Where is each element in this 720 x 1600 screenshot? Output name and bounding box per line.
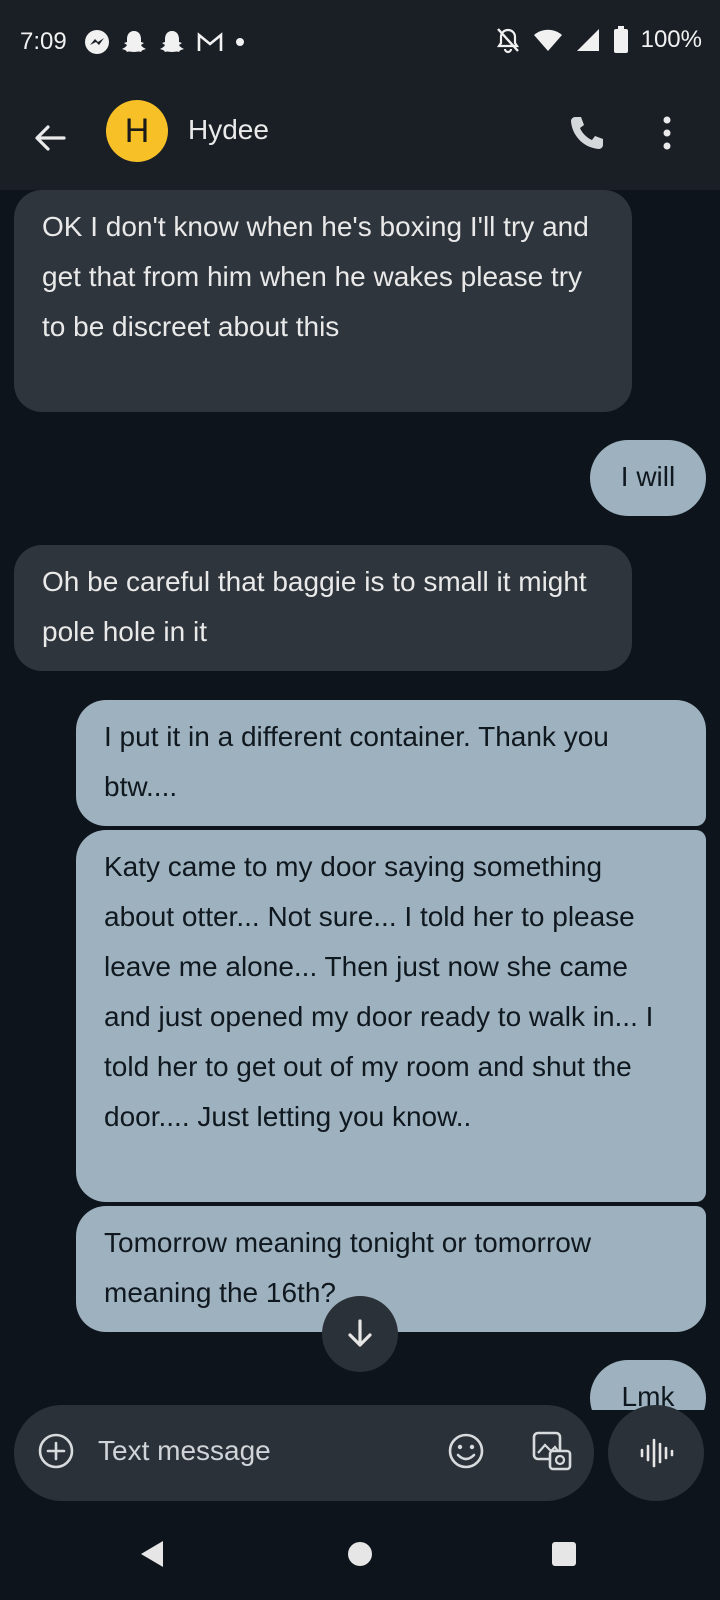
message-outgoing[interactable]: Lmk (590, 1360, 706, 1410)
status-bar: 7:09 100% (0, 0, 720, 88)
notification-icons (84, 28, 246, 56)
gmail-icon (197, 32, 223, 51)
gallery-button[interactable] (530, 1429, 574, 1473)
message-incoming[interactable]: OK I don't know when he's boxing I'll tr… (14, 190, 632, 412)
phone-icon (571, 117, 603, 149)
conversation-header: H Hydee (0, 88, 720, 190)
message-composer: Text message (14, 1405, 594, 1501)
message-incoming[interactable]: Oh be careful that baggie is to small it… (14, 545, 632, 671)
emoji-button[interactable] (446, 1431, 486, 1471)
status-time: 7:09 (20, 28, 67, 55)
nav-recents-icon[interactable] (551, 1541, 577, 1567)
more-vert-icon (663, 116, 671, 150)
signal-icon (576, 29, 599, 51)
system-icons: 100% (495, 26, 702, 54)
nav-back-icon[interactable] (137, 1538, 167, 1570)
nav-home-icon[interactable] (346, 1540, 374, 1568)
waveform-icon (640, 1438, 674, 1468)
message-list[interactable]: OK I don't know when he's boxing I'll tr… (0, 190, 720, 1410)
messenger-icon (85, 30, 109, 54)
add-circle-icon (38, 1433, 74, 1469)
dot-icon (236, 38, 244, 46)
message-outgoing[interactable]: Katy came to my door saying something ab… (76, 830, 706, 1202)
arrow-down-icon (348, 1319, 372, 1347)
gallery-icon (532, 1431, 572, 1471)
battery-icon (613, 26, 628, 53)
contact-avatar[interactable]: H (106, 100, 168, 162)
snapchat-icon (122, 31, 146, 52)
arrow-back-icon (35, 125, 66, 151)
contact-name[interactable]: Hydee (188, 114, 269, 146)
more-options-button[interactable] (656, 112, 678, 154)
scroll-to-bottom-button[interactable] (322, 1296, 398, 1372)
back-button[interactable] (30, 118, 70, 158)
message-input[interactable]: Text message (98, 1435, 271, 1467)
voice-message-button[interactable] (608, 1405, 704, 1501)
attach-button[interactable] (36, 1431, 76, 1471)
navigation-bar (0, 1514, 720, 1600)
mute-icon (496, 28, 519, 54)
message-outgoing[interactable]: I put it in a different container. Thank… (76, 700, 706, 826)
emoji-icon (448, 1433, 484, 1469)
wifi-icon (533, 29, 562, 51)
message-outgoing[interactable]: I will (590, 440, 706, 516)
battery-percent: 100% (640, 26, 702, 53)
snapchat-icon (160, 31, 184, 52)
call-button[interactable] (566, 112, 608, 154)
